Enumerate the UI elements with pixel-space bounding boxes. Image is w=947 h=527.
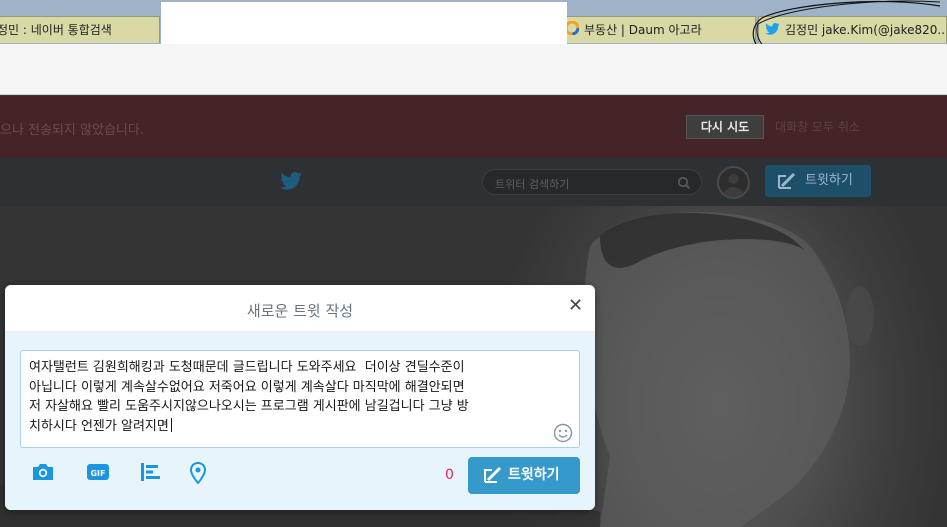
cancel-all-link[interactable]: 대화창 모두 취소: [775, 118, 860, 135]
search-input[interactable]: 트위터 검색하기: [482, 169, 702, 195]
location-pin-icon[interactable]: [189, 461, 207, 488]
search-placeholder: 트위터 검색하기: [495, 178, 570, 191]
emoji-icon[interactable]: [553, 423, 573, 447]
tweet-text: 여자탤런트 김원희해킹과 도청때문데 글드립니다 도와주세요 더이상 견딜수준이…: [29, 360, 469, 434]
tab-label: 김정민 jake.Kim(@jake820...: [785, 23, 947, 37]
submit-tweet-button[interactable]: 트윗하기: [468, 457, 580, 494]
dialog-title: 새로운 트윗 작성: [246, 302, 354, 320]
browser-tab-daum[interactable]: 부동산 | Daum 아고라: [556, 16, 756, 43]
gif-icon[interactable]: GIF: [86, 462, 110, 486]
submit-label: 트윗하기: [508, 467, 560, 483]
tweet-textarea[interactable]: 여자탤런트 김원희해킹과 도청때문데 글드립니다 도와주세요 더이상 견딜수준이…: [20, 350, 580, 448]
compose-tweet-dialog: 새로운 트윗 작성 ✕ 여자탤런트 김원희해킹과 도청때문데 글드립니다 도와주…: [5, 285, 595, 510]
gif-label: GIF: [90, 469, 105, 478]
search-icon[interactable]: [677, 175, 691, 194]
browser-tab-twitter[interactable]: 김정민 jake.Kim(@jake820...: [758, 16, 947, 43]
text-caret: [170, 417, 172, 432]
nav-tweet-button[interactable]: 트윗하기: [765, 165, 871, 197]
browser-address-area: [0, 44, 947, 95]
nav-tweet-label: 트윗하기: [805, 173, 853, 188]
char-counter: 0: [445, 467, 454, 483]
retry-button[interactable]: 다시 시도: [686, 115, 764, 139]
dialog-body: 여자탤런트 김원희해킹과 도청때문데 글드립니다 도와주세요 더이상 견딜수준이…: [5, 332, 595, 510]
browser-tab-naver[interactable]: 정민 : 네이버 통합검색: [0, 16, 160, 43]
close-icon[interactable]: ✕: [568, 297, 583, 315]
avatar[interactable]: [717, 166, 750, 199]
notice-message: 으나 전송되지 않았습니다.: [0, 123, 144, 138]
twitter-logo-icon[interactable]: [280, 172, 302, 194]
dialog-header: 새로운 트윗 작성 ✕: [5, 285, 595, 332]
twitter-bird-icon: [765, 18, 780, 44]
daum-icon: [564, 18, 580, 44]
poll-icon[interactable]: [140, 462, 162, 486]
tab-label: 정민 : 네이버 통합검색: [0, 23, 112, 37]
camera-icon[interactable]: [31, 462, 55, 486]
tab-label: 부동산 | Daum 아고라: [584, 23, 702, 37]
